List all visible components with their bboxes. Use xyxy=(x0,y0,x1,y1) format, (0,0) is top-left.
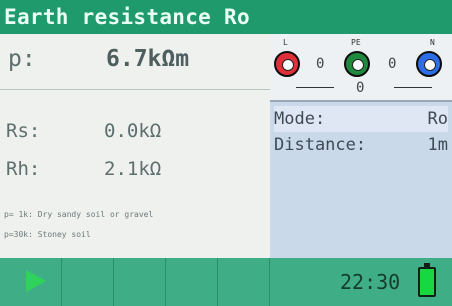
settings-panel: L PE N 0 0 0 Mode: Ro Distance: 1m xyxy=(270,34,452,258)
voltage-pe-n: 0 xyxy=(388,56,397,72)
terminal-voltage-monitor: L PE N 0 0 0 xyxy=(270,34,452,102)
soil-note-1: p= 1k: Dry sandy soil or gravel xyxy=(4,210,154,219)
clock: 22:30 xyxy=(340,270,401,294)
terminal-pe-icon xyxy=(344,51,370,77)
mode-value: Ro xyxy=(427,109,448,129)
resistivity-label: p: xyxy=(8,46,36,72)
result-panel: p: 6.7kΩm Rs: 0.0kΩ Rh: 2.1kΩ p= 1k: Dry… xyxy=(0,34,270,258)
main-result-row: p: 6.7kΩm xyxy=(0,34,270,90)
play-icon xyxy=(26,270,46,292)
soft-key-4[interactable] xyxy=(166,258,218,306)
terminal-l-icon xyxy=(274,51,300,77)
distance-label: Distance: xyxy=(274,135,367,155)
mode-label: Mode: xyxy=(274,109,326,129)
terminal-connector-line xyxy=(296,87,334,88)
soil-note-2: p=30k: Stoney soil xyxy=(4,230,91,239)
voltage-l-pe: 0 xyxy=(316,56,325,72)
mode-parameter[interactable]: Mode: Ro xyxy=(274,106,448,132)
terminal-connector-line xyxy=(394,87,432,88)
voltage-l-n: 0 xyxy=(356,80,365,96)
soft-key-5[interactable] xyxy=(218,258,270,306)
function-title: Earth resistance Ro xyxy=(0,0,452,34)
rs-value: 0.0kΩ xyxy=(104,120,162,142)
soft-key-start[interactable] xyxy=(0,258,62,306)
status-bar: 22:30 xyxy=(0,258,452,306)
resistivity-value: 6.7kΩm xyxy=(106,46,190,72)
distance-value: 1m xyxy=(427,135,448,155)
rh-value: 2.1kΩ xyxy=(104,158,162,180)
soft-key-2[interactable] xyxy=(62,258,114,306)
rh-label: Rh: xyxy=(6,158,41,180)
soft-key-3[interactable] xyxy=(114,258,166,306)
distance-parameter[interactable]: Distance: 1m xyxy=(274,132,448,158)
instrument-screen: Earth resistance Ro p: 6.7kΩm Rs: 0.0kΩ … xyxy=(0,0,452,306)
terminal-n-icon xyxy=(416,51,442,77)
terminal-l-tag: L xyxy=(283,38,288,47)
terminal-pe-tag: PE xyxy=(351,38,361,47)
terminal-n-tag: N xyxy=(430,38,435,47)
battery-icon xyxy=(418,263,436,297)
rs-label: Rs: xyxy=(6,120,41,142)
